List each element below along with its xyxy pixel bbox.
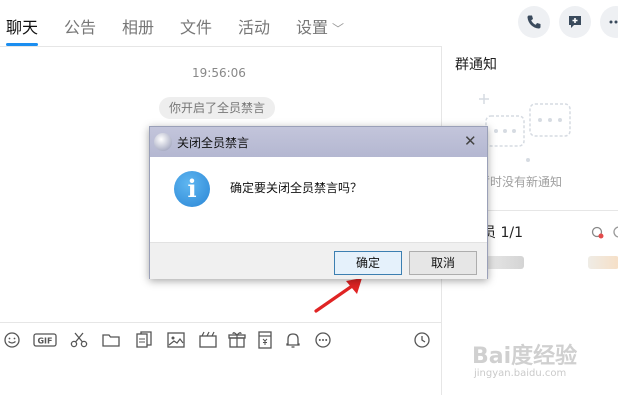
tab-activities[interactable]: 活动 (238, 14, 270, 38)
member-search-icon[interactable] (591, 226, 605, 240)
document-pages-icon (136, 331, 152, 348)
gift-icon (228, 332, 246, 348)
chevron-down-icon: ﹀ (332, 22, 345, 36)
watermark-sub: jingyan.baidu.com (474, 368, 567, 379)
clock-icon (414, 332, 430, 348)
gif-icon: GIF (33, 333, 57, 347)
tab-album[interactable]: 相册 (122, 14, 154, 38)
member-badge-blur (588, 256, 618, 269)
smiley-icon (4, 332, 20, 348)
member-avatar-blur (484, 256, 524, 269)
gif-label: GIF (37, 337, 52, 346)
folder-icon (102, 334, 120, 347)
tab-files[interactable]: 文件 (180, 14, 212, 38)
movie-icon (199, 331, 217, 348)
confirm-dialog: 关闭全员禁言 ✕ i 确定要关闭全员禁言吗？ 确定 取消 (149, 126, 488, 279)
more-dots-icon (609, 20, 618, 24)
tab-announcement[interactable]: 公告 (64, 14, 96, 38)
red-packet-icon (258, 331, 272, 349)
empty-notice-illustration-icon (479, 94, 571, 162)
emoji-button[interactable] (2, 330, 22, 350)
app-logo-icon (154, 133, 172, 151)
send-file-button[interactable] (101, 330, 121, 350)
image-icon (167, 332, 185, 348)
top-tab-bar: 聊天 公告 相册 文件 活动 设置 ﹀ (0, 0, 442, 47)
dialog-message: 确定要关闭全员禁言吗？ (230, 181, 363, 195)
baidu-jingyan-watermark: Bai度经验 jingyan.baidu.com (472, 338, 612, 392)
chat-plus-icon (569, 16, 581, 28)
gif-button[interactable]: GIF (33, 330, 57, 350)
more-options-button[interactable] (600, 6, 618, 38)
gift-button[interactable] (227, 330, 247, 350)
input-toolbar-divider (0, 322, 441, 323)
member-count: 员 1/1 (482, 225, 523, 241)
tab-settings[interactable]: 设置 ﹀ (296, 14, 344, 38)
video-button[interactable] (198, 330, 218, 350)
dialog-footer: 确定 取消 (150, 242, 487, 279)
bell-icon (286, 333, 300, 348)
image-button[interactable] (166, 330, 186, 350)
scissors-icon (70, 332, 88, 348)
history-button[interactable] (412, 330, 432, 350)
close-icon[interactable]: ✕ (464, 132, 477, 150)
phone-icon (527, 15, 541, 29)
system-message: 你开启了全员禁言 (159, 97, 276, 119)
info-icon: i (174, 171, 210, 207)
more-tools-button[interactable] (313, 330, 333, 350)
red-arrow-annotation (314, 278, 362, 313)
more-circle-icon (315, 332, 331, 348)
doc-button[interactable] (134, 330, 154, 350)
message-add-button[interactable] (559, 6, 591, 38)
red-packet-button[interactable] (255, 330, 275, 350)
screenshot-button[interactable] (69, 330, 89, 350)
dialog-title-bar: 关闭全员禁言 ✕ (150, 127, 487, 157)
phone-call-button[interactable] (518, 6, 550, 38)
tab-chat[interactable]: 聊天 (6, 14, 38, 38)
group-notice-title: 群通知 (455, 57, 497, 73)
cancel-button[interactable]: 取消 (409, 251, 477, 275)
reminder-button[interactable] (283, 330, 303, 350)
message-timestamp: 19:56:06 (192, 66, 246, 80)
member-more-icon[interactable] (612, 224, 618, 240)
active-tab-indicator (6, 43, 38, 46)
dialog-title: 关闭全员禁言 (177, 136, 250, 150)
no-notice-text: 暂时没有新通知 (478, 175, 563, 189)
confirm-button[interactable]: 确定 (334, 251, 402, 275)
tab-settings-label: 设置 (296, 18, 329, 37)
watermark-main: Bai度经验 (472, 344, 578, 369)
